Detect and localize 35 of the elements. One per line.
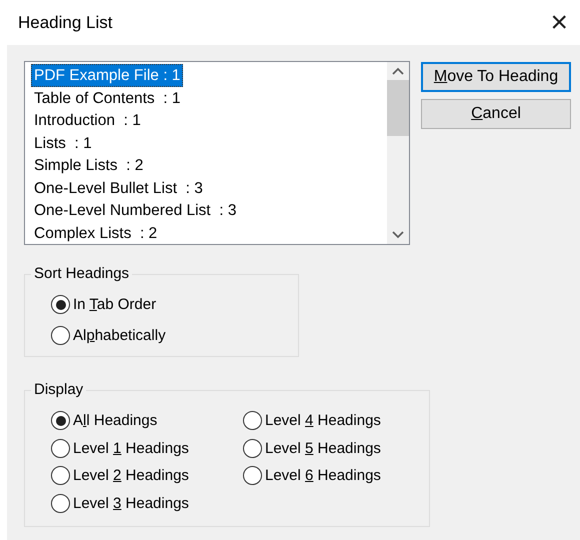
radio-label[interactable]: Level 1 Headings	[73, 440, 189, 457]
list-item[interactable]: PDF Example File : 1	[31, 64, 184, 86]
list-item[interactable]: Introduction : 1	[31, 109, 144, 132]
radio-label[interactable]: Level 2 Headings	[73, 467, 189, 484]
list-item[interactable]: Table of Contents : 1	[31, 86, 184, 109]
radio-label[interactable]: In Tab Order	[73, 296, 156, 313]
scroll-down-icon[interactable]	[391, 230, 405, 240]
radio-label[interactable]: Level 5 Headings	[265, 440, 381, 457]
group-title: Display	[31, 381, 86, 399]
cancel-button[interactable]: Cancel	[421, 99, 571, 129]
move-to-heading-button[interactable]: Move To Heading	[421, 62, 571, 92]
radio-label[interactable]: Level 6 Headings	[265, 467, 381, 484]
radio-button[interactable]	[51, 494, 70, 513]
radio-button[interactable]	[51, 438, 70, 458]
close-button[interactable]: ×	[550, 8, 568, 38]
radio-button[interactable]	[243, 411, 262, 430]
radio-button[interactable]	[51, 326, 70, 345]
list-item[interactable]: Lists : 1	[31, 132, 95, 154]
radio-label[interactable]: Level 3 Headings	[73, 494, 189, 512]
radio-button[interactable]	[243, 438, 262, 458]
radio-label[interactable]: Alphabetically	[73, 327, 166, 344]
group-title: Sort Headings	[31, 265, 132, 283]
window-title: Heading List	[18, 12, 113, 32]
radio-button[interactable]	[51, 466, 70, 486]
list-item[interactable]: Complex Lists : 2	[31, 222, 160, 244]
list-item[interactable]: One-Level Bullet List : 3	[31, 176, 206, 199]
radio-label[interactable]: All Headings	[73, 412, 158, 430]
list-item[interactable]: One-Level Numbered List : 3	[31, 199, 240, 222]
radio-label[interactable]: Level 4 Headings	[265, 412, 381, 430]
radio-button[interactable]	[243, 466, 262, 486]
radio-button[interactable]	[51, 295, 70, 314]
scroll-up-icon[interactable]	[391, 66, 405, 76]
list-item[interactable]: Simple Lists : 2	[31, 154, 146, 176]
scrollbar[interactable]	[387, 62, 409, 244]
radio-button[interactable]	[51, 411, 70, 430]
